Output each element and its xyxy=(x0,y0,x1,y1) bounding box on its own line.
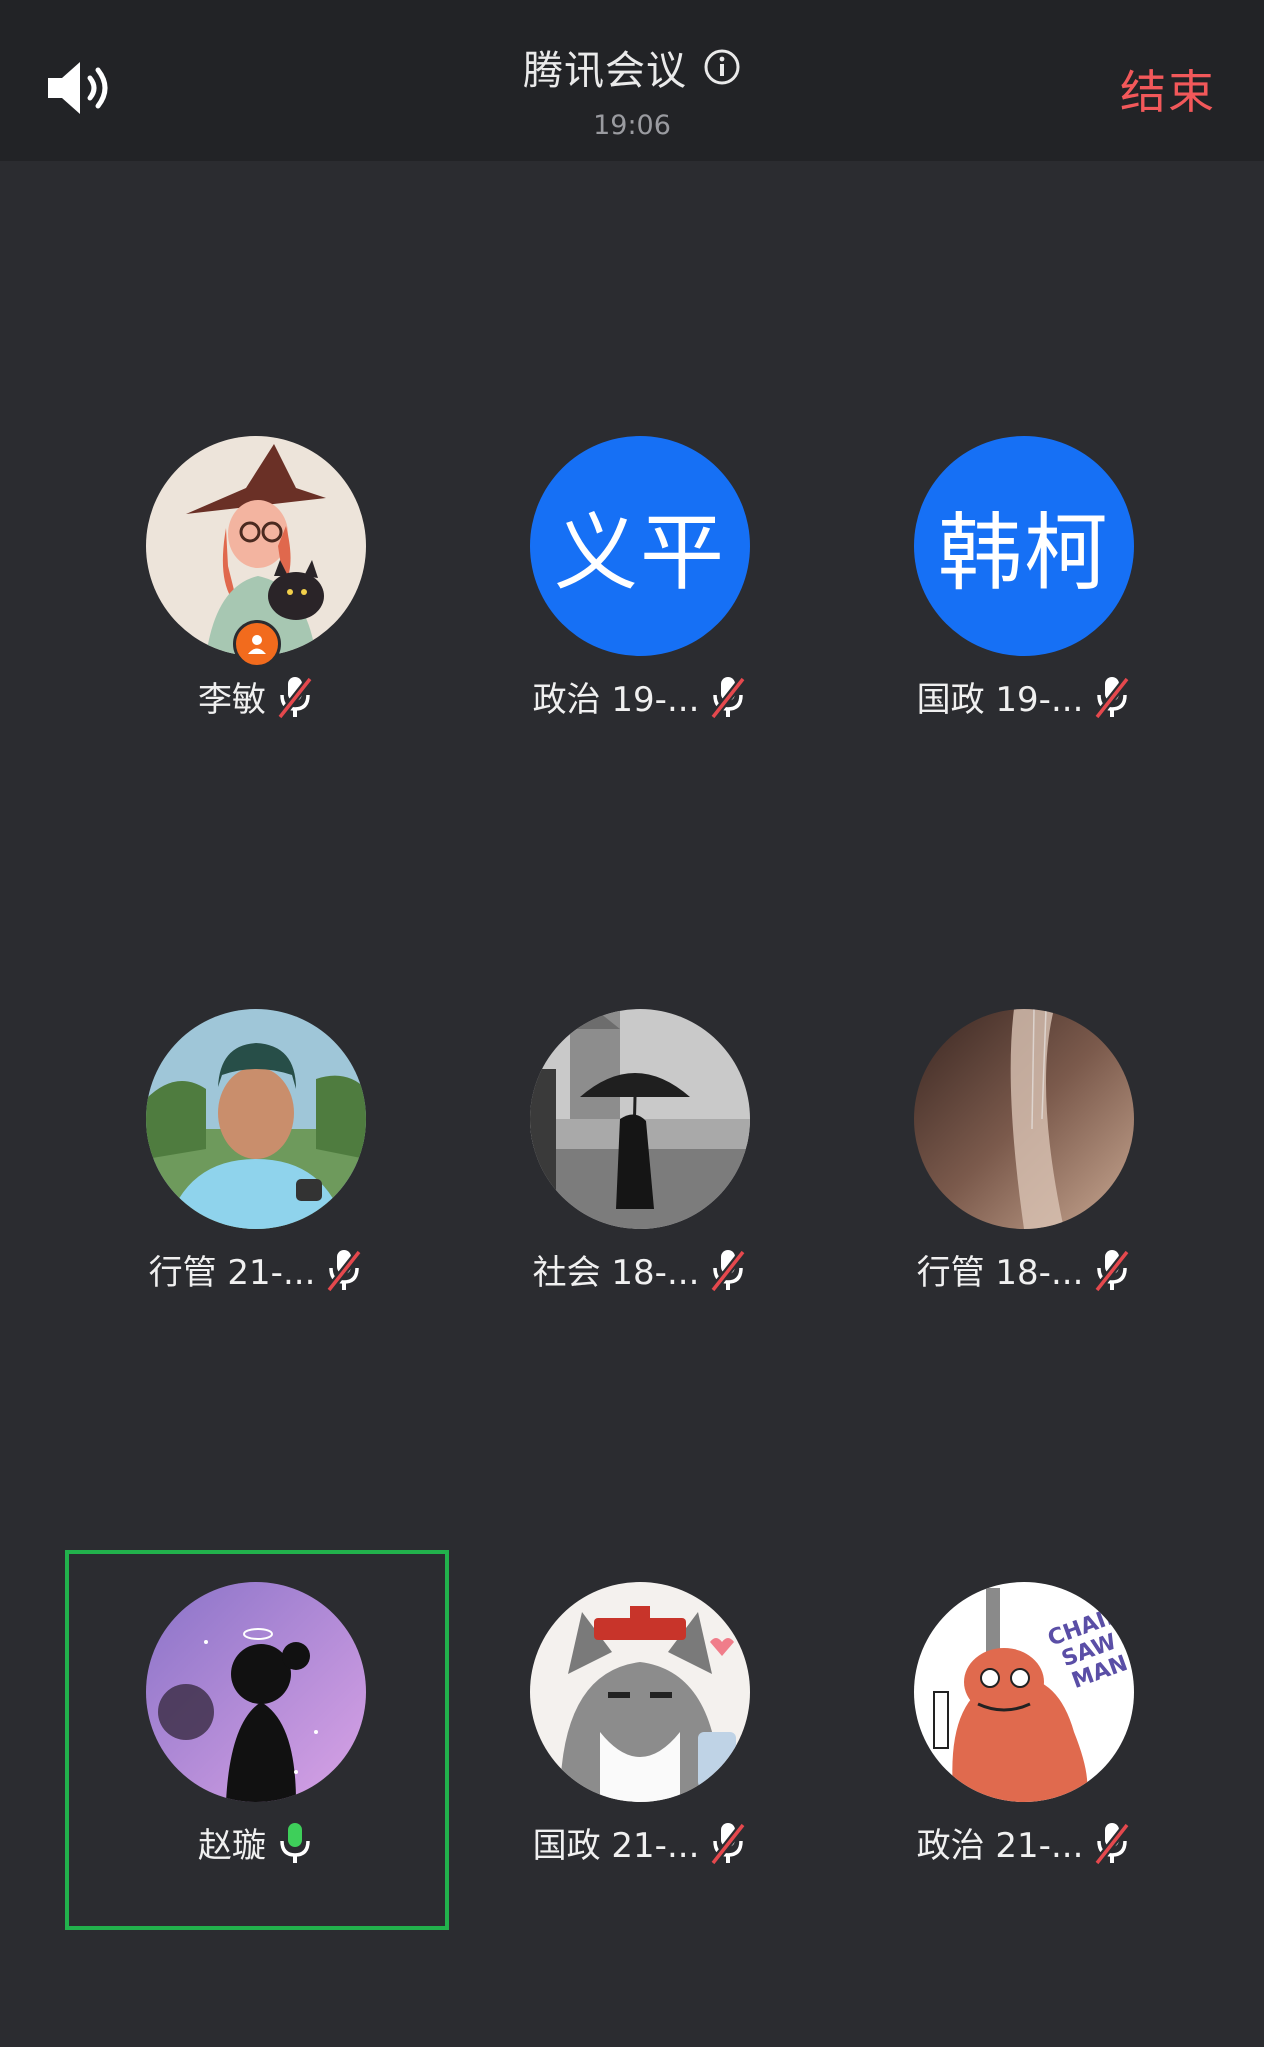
mic-muted-icon xyxy=(326,1249,363,1292)
person-icon xyxy=(248,635,266,654)
participant-tile[interactable]: 社会 18-... xyxy=(449,977,833,1357)
avatar xyxy=(530,1009,750,1229)
participant-name-row: 国政 21-... xyxy=(449,1818,833,1867)
participant-name-row: 政治 19-... xyxy=(449,672,833,721)
mic-active-icon xyxy=(280,1822,310,1863)
info-icon[interactable] xyxy=(703,48,741,86)
participant-tile-speaking[interactable]: 赵璇 xyxy=(65,1550,449,1930)
participant-name: 李敏 xyxy=(198,680,266,720)
mic-muted-icon xyxy=(1094,676,1131,719)
participant-tile[interactable]: CHAIN SAW MAN 政治 21-... xyxy=(833,1550,1217,1930)
mic-muted-icon xyxy=(710,676,747,719)
participant-name: 行管 21-... xyxy=(148,1253,316,1293)
mic-muted-icon xyxy=(710,1249,747,1292)
mic-muted-icon xyxy=(1094,1249,1131,1292)
participant-tile[interactable]: 韩柯 国政 19-... xyxy=(833,404,1217,784)
avatar: CHAIN SAW MAN xyxy=(914,1582,1134,1802)
meeting-time: 19:06 xyxy=(593,110,671,141)
participant-name: 国政 21-... xyxy=(532,1826,700,1866)
participant-name: 赵璇 xyxy=(198,1826,266,1866)
participant-tile[interactable]: 义平 政治 19-... xyxy=(449,404,833,784)
participant-tile[interactable]: 李敏 xyxy=(65,404,449,784)
participant-tile[interactable]: 国政 21-... xyxy=(449,1550,833,1930)
participant-name-row: 社会 18-... xyxy=(449,1245,833,1294)
participant-name-row: 行管 21-... xyxy=(65,1245,449,1294)
participant-name: 国政 19-... xyxy=(916,680,1084,720)
avatar xyxy=(146,1009,366,1229)
mic-muted-icon xyxy=(276,676,314,719)
participant-name: 政治 21-... xyxy=(916,1826,1084,1866)
top-bar: 腾讯会议 19:06 结束 xyxy=(0,0,1264,161)
participant-tile[interactable]: 行管 21-... xyxy=(65,977,449,1357)
participant-name-row: 国政 19-... xyxy=(833,672,1217,721)
end-meeting-button[interactable]: 结束 xyxy=(1120,56,1216,122)
participant-tile[interactable]: 行管 18-... xyxy=(833,977,1217,1357)
participant-name: 社会 18-... xyxy=(532,1253,700,1293)
meeting-title: 腾讯会议 xyxy=(523,48,687,94)
avatar-text: 韩柯 xyxy=(914,436,1134,656)
participant-name-row: 行管 18-... xyxy=(833,1245,1217,1294)
avatar xyxy=(146,1582,366,1802)
avatar xyxy=(530,1582,750,1802)
mic-muted-icon xyxy=(1094,1822,1131,1865)
participant-name-row: 赵璇 xyxy=(65,1818,449,1867)
host-badge xyxy=(233,620,281,668)
mic-muted-icon xyxy=(710,1822,747,1865)
avatar xyxy=(914,1009,1134,1229)
participant-name-row: 李敏 xyxy=(65,672,449,721)
meeting-title-area: 腾讯会议 19:06 xyxy=(0,38,1264,141)
participant-name: 政治 19-... xyxy=(532,680,700,720)
participant-name-row: 政治 21-... xyxy=(833,1818,1217,1867)
participant-name: 行管 18-... xyxy=(916,1253,1084,1293)
avatar-text: 义平 xyxy=(530,436,750,656)
